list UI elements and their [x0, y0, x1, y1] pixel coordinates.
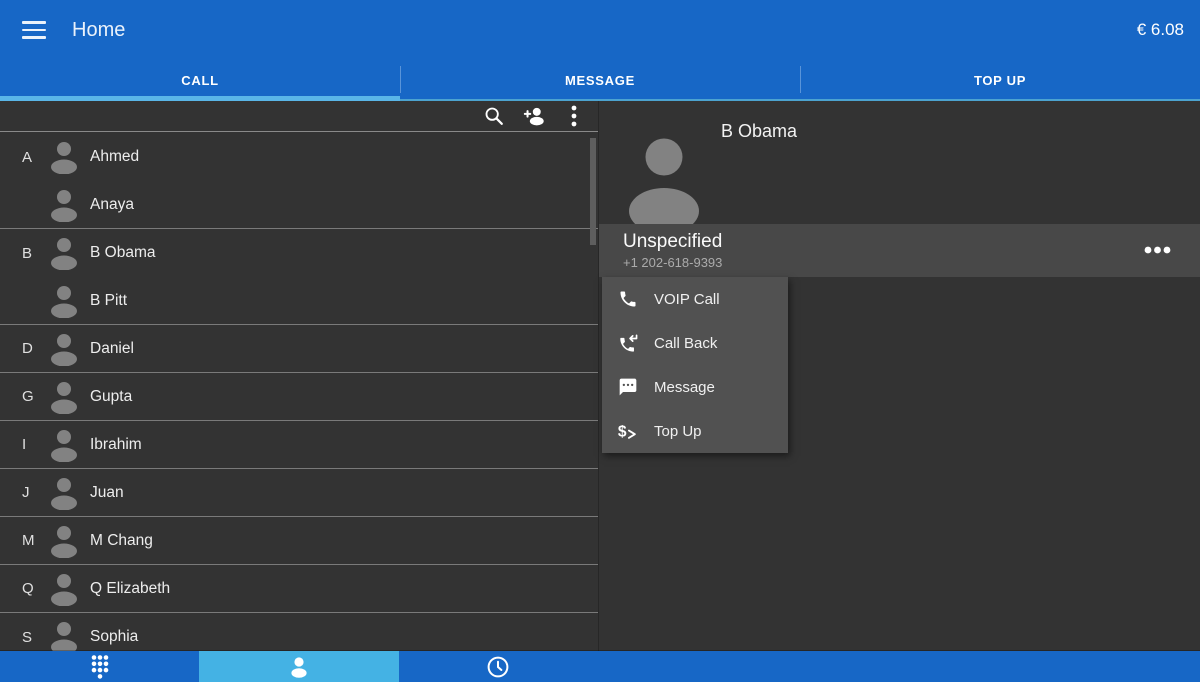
- group-letter: A: [22, 149, 48, 166]
- search-icon[interactable]: [482, 104, 506, 128]
- bottom-nav-history-tab[interactable]: [399, 651, 598, 682]
- contact-name: Q Elizabeth: [90, 580, 170, 598]
- phone-number: +1 202-618-9393: [623, 254, 1200, 271]
- contact-avatar: [48, 380, 80, 414]
- bottom-nav-bar: [0, 651, 1200, 682]
- contact-detail-header: B Obama: [599, 101, 1200, 224]
- svg-text:$: $: [618, 424, 627, 441]
- menu-item-call-back[interactable]: Call Back: [602, 321, 788, 365]
- contact-row[interactable]: B B Obama: [0, 229, 598, 277]
- contact-name: Ibrahim: [90, 436, 142, 454]
- contact-row[interactable]: Anaya: [0, 181, 598, 229]
- contact-list: AAhmedAnayaBB ObamaB PittDDanielGGuptaII…: [0, 133, 598, 651]
- contact-avatar: [48, 140, 80, 174]
- tab-message[interactable]: MESSAGE: [400, 60, 800, 101]
- menu-item-label: Call Back: [654, 335, 717, 352]
- bottom-nav-dialpad-tab[interactable]: [0, 651, 199, 682]
- bottom-nav-filler: [598, 651, 1200, 682]
- contact-name: Sophia: [90, 628, 138, 646]
- contact-row[interactable]: G Gupta: [0, 373, 598, 421]
- group-letter: B: [22, 245, 48, 262]
- history-icon: [486, 655, 510, 679]
- number-row[interactable]: Unspecified +1 202-618-9393: [599, 224, 1200, 277]
- contact-avatar: [48, 524, 80, 558]
- menu-item-message[interactable]: Message: [602, 365, 788, 409]
- contact-name: B Obama: [90, 244, 155, 262]
- contact-avatar: [48, 236, 80, 270]
- balance-amount[interactable]: € 6.08: [1137, 20, 1184, 40]
- menu-item-voip-call[interactable]: VOIP Call: [602, 277, 788, 321]
- phone-icon: [617, 288, 639, 310]
- dialpad-icon: [89, 654, 111, 680]
- tab-top-up[interactable]: TOP UP: [800, 60, 1200, 101]
- topup-icon: $: [617, 420, 639, 442]
- tab-call[interactable]: CALL: [0, 60, 400, 101]
- group-letter: G: [22, 388, 48, 405]
- contact-avatar: [48, 332, 80, 366]
- content-area: AAhmedAnayaBB ObamaB PittDDanielGGuptaII…: [0, 101, 1200, 651]
- contact-avatar: [48, 572, 80, 606]
- menu-item-label: Message: [654, 379, 715, 396]
- contact-list-pane: AAhmedAnayaBB ObamaB PittDDanielGGuptaII…: [0, 101, 598, 651]
- menu-item-label: VOIP Call: [654, 291, 720, 308]
- contact-name: Juan: [90, 484, 124, 502]
- contact-avatar: [48, 284, 80, 318]
- contacts-icon: [288, 656, 310, 678]
- add-contact-icon[interactable]: [522, 104, 546, 128]
- group-letter: J: [22, 484, 48, 501]
- group-letter: M: [22, 532, 48, 549]
- menu-item-label: Top Up: [654, 423, 702, 440]
- overflow-menu-icon[interactable]: [562, 104, 586, 128]
- group-letter: Q: [22, 580, 48, 597]
- number-label: Unspecified: [623, 230, 1200, 254]
- contact-row[interactable]: I Ibrahim: [0, 421, 598, 469]
- overflow-horizontal-icon[interactable]: [1144, 241, 1172, 259]
- contact-name: Ahmed: [90, 148, 139, 166]
- contact-detail-pane: B Obama Unspecified +1 202-618-9393 VOIP…: [598, 101, 1200, 651]
- app-bar: Home € 6.08: [0, 0, 1200, 60]
- contact-detail-name: B Obama: [721, 121, 797, 142]
- contact-avatar: [48, 428, 80, 462]
- callback-icon: [617, 332, 639, 354]
- contact-avatar: [629, 131, 699, 224]
- group-letter: I: [22, 436, 48, 453]
- list-toolbar: [0, 101, 598, 132]
- contact-name: Daniel: [90, 340, 134, 358]
- contact-row[interactable]: Q Q Elizabeth: [0, 565, 598, 613]
- list-scrollbar[interactable]: [590, 138, 596, 245]
- contact-row[interactable]: S Sophia: [0, 613, 598, 651]
- menu-item-top-up[interactable]: $ Top Up: [602, 409, 788, 453]
- contact-name: B Pitt: [90, 292, 127, 310]
- group-letter: S: [22, 629, 48, 646]
- group-letter: D: [22, 340, 48, 357]
- contact-row[interactable]: A Ahmed: [0, 133, 598, 181]
- contact-name: M Chang: [90, 532, 153, 550]
- contact-row[interactable]: M M Chang: [0, 517, 598, 565]
- contact-avatar: [48, 188, 80, 222]
- app-screen: Home € 6.08 CALLMESSAGETOP UP: [0, 0, 1200, 682]
- contact-row[interactable]: D Daniel: [0, 325, 598, 373]
- contact-name: Anaya: [90, 196, 134, 214]
- contact-avatar: [48, 620, 80, 651]
- bottom-nav-contacts-tab[interactable]: [199, 651, 398, 682]
- contact-row[interactable]: J Juan: [0, 469, 598, 517]
- message-icon: [617, 376, 639, 398]
- action-popup-menu: VOIP Call Call Back Message $ Top Up: [602, 277, 788, 453]
- contact-name: Gupta: [90, 388, 132, 406]
- page-title: Home: [72, 19, 125, 42]
- tab-bar: CALLMESSAGETOP UP: [0, 60, 1200, 101]
- contact-avatar: [48, 476, 80, 510]
- hamburger-icon[interactable]: [22, 21, 46, 39]
- contact-row[interactable]: B Pitt: [0, 277, 598, 325]
